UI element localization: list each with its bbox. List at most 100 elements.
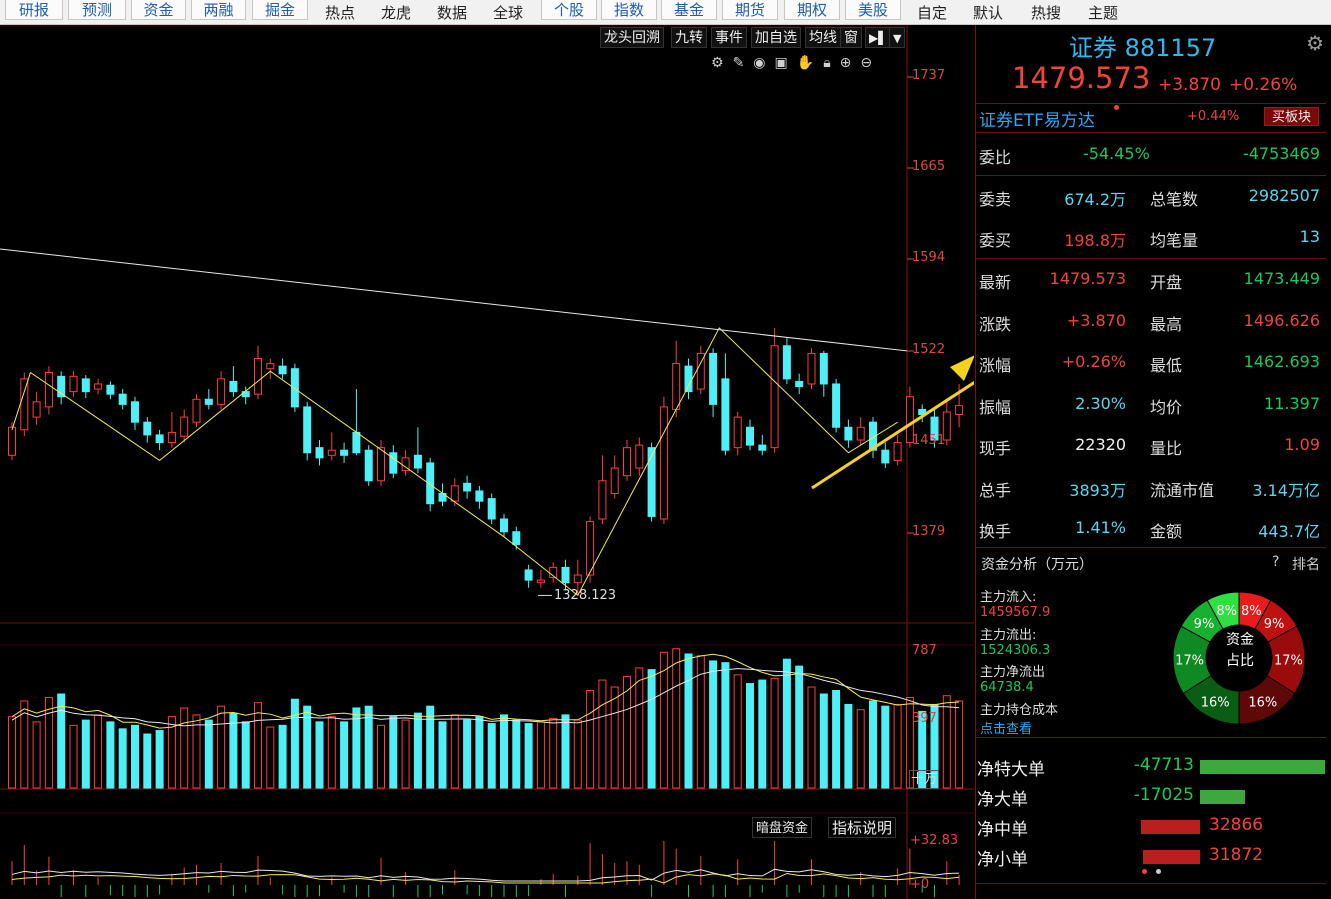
main-inflow-label: 主力流入: [980,590,1037,605]
volume-bar [819,693,828,789]
donut-label: 17% [1175,654,1204,669]
candle-body [512,531,521,545]
tab-theme[interactable]: 主题 [1088,3,1118,23]
gear-icon[interactable]: ⚙ [1306,31,1324,55]
lock-icon[interactable]: 🔒︎ [823,55,839,71]
net-order-bar [1141,820,1200,834]
stat-value: 198.8万 [1064,231,1126,250]
dark-pool-button[interactable]: 暗盘资金 [752,817,813,838]
net-order-bar [1200,790,1245,804]
kline-chart-area[interactable]: 龙头回溯 九转 事件 加自选 均线 窗 ▶▌ ▼ ⚙✎◉▣✋🔒︎⊕⊖ 1737 … [0,25,974,899]
tab-index[interactable]: 指数 [601,0,657,20]
candle-body [647,447,656,517]
donut-label: 16% [1201,695,1230,710]
candle-body [746,426,754,446]
price-tick: 1737 [912,68,946,83]
gear-icon[interactable]: ⚙ [711,55,733,71]
volume-bar [106,721,115,789]
page-dot[interactable] [1156,869,1161,874]
hand-icon[interactable]: ✋ [797,55,823,71]
candle-body [143,421,152,436]
indicator-help-button[interactable]: 指标说明 [828,817,897,838]
tab-forecast[interactable]: 预测 [68,0,126,20]
candle-body [303,406,312,454]
stat-value: 1.09 [1284,435,1320,454]
donut-label: 8% [1241,604,1262,619]
tab-us-stocks[interactable]: 美股 [845,0,901,20]
main-outflow-label: 主力流出: [980,628,1037,643]
volume-bar [758,679,767,789]
pen-icon[interactable]: ✎ [733,55,754,71]
tab-custom[interactable]: 自定 [917,3,947,23]
candle-body [623,447,631,477]
expand-icon[interactable]: ▶▌ [865,27,892,48]
donut-label: 17% [1274,654,1303,669]
zoom-out-icon[interactable]: ⊖ [860,55,881,71]
moving-average-button[interactable]: 均线 [805,27,841,48]
event-button[interactable]: 事件 [711,27,747,48]
eye-icon[interactable]: ◉ [753,55,774,71]
volume-bar [180,707,189,789]
candle-body [20,378,29,431]
tab-options[interactable]: 期权 [784,0,840,20]
leader-backtrack-button[interactable]: 龙头回溯 [600,27,664,48]
tab-data[interactable]: 数据 [437,3,467,23]
net-order-value: 31872 [1209,845,1264,865]
kline-chart-svg[interactable] [0,25,974,899]
volume-bar [586,690,595,789]
candle-body [413,454,422,469]
tab-dragon-tiger[interactable]: 龙虎 [381,3,411,23]
volume-bar [155,730,164,789]
tab-research[interactable]: 研报 [5,0,63,20]
page-dot[interactable] [1142,869,1147,874]
volume-bar [389,716,398,789]
candle-body [377,447,385,482]
last-price: 1479.573 [1012,61,1151,95]
tab-funds[interactable]: 资金 [131,0,186,20]
stat-label: 现手 [979,439,1012,458]
tab-stocks[interactable]: 个股 [541,0,597,20]
trend-line [0,248,908,352]
main-cost-label: 主力持仓成本 [980,703,1059,718]
nine-turn-button[interactable]: 九转 [671,27,707,48]
volume-bar [684,653,693,789]
net-order-bar [1200,760,1325,774]
stat-row: 委卖 674.2万 总笔数 2982507 [976,181,1326,211]
stat-value: 3.14万亿 [1252,481,1320,500]
volume-bar [955,700,964,789]
help-icon[interactable]: ? [1272,554,1279,570]
stat-value: 2982507 [1248,186,1320,205]
tab-default[interactable]: 默认 [973,3,1003,23]
buy-block-button[interactable]: 买板块 [1264,107,1319,126]
volume-bar [536,721,545,789]
stat-value: 1.41% [1075,518,1126,537]
candle-body [770,345,779,449]
delete-icon[interactable]: ▣ [775,55,797,71]
zoom-in-icon[interactable]: ⊕ [840,55,861,71]
volume-bar [746,683,754,789]
tab-margin[interactable]: 两融 [191,0,246,20]
candle-body [389,452,398,474]
stat-row: 委买 198.8万 均笔量 13 [976,222,1326,252]
candle-body [278,365,287,375]
tab-fund[interactable]: 基金 [661,0,717,20]
stat-value: 674.2万 [1064,190,1126,209]
tab-hot-search[interactable]: 热搜 [1031,3,1061,23]
volume-unit: 十万 [909,770,939,789]
price-change: +3.870 [1158,75,1221,95]
tab-mining[interactable]: 掘金 [252,0,308,20]
related-etf-link[interactable]: 证券ETF易方达 [979,106,1095,131]
stat-value: 443.7亿 [1258,522,1320,541]
candle-body [8,426,16,456]
stat-label: 总手 [979,481,1012,500]
rank-button[interactable]: 排名 [1292,554,1320,574]
view-link[interactable]: 点击查看 [980,718,1032,737]
tab-global[interactable]: 全球 [493,3,523,23]
tab-hotspot[interactable]: 热点 [325,3,355,23]
volume-bar [241,721,250,789]
add-watchlist-button[interactable]: 加自选 [751,27,801,48]
window-button[interactable]: 窗 [840,27,862,48]
chevron-down-icon[interactable]: ▼ [889,27,906,48]
tab-futures[interactable]: 期货 [722,0,778,20]
candle-body [573,574,582,584]
